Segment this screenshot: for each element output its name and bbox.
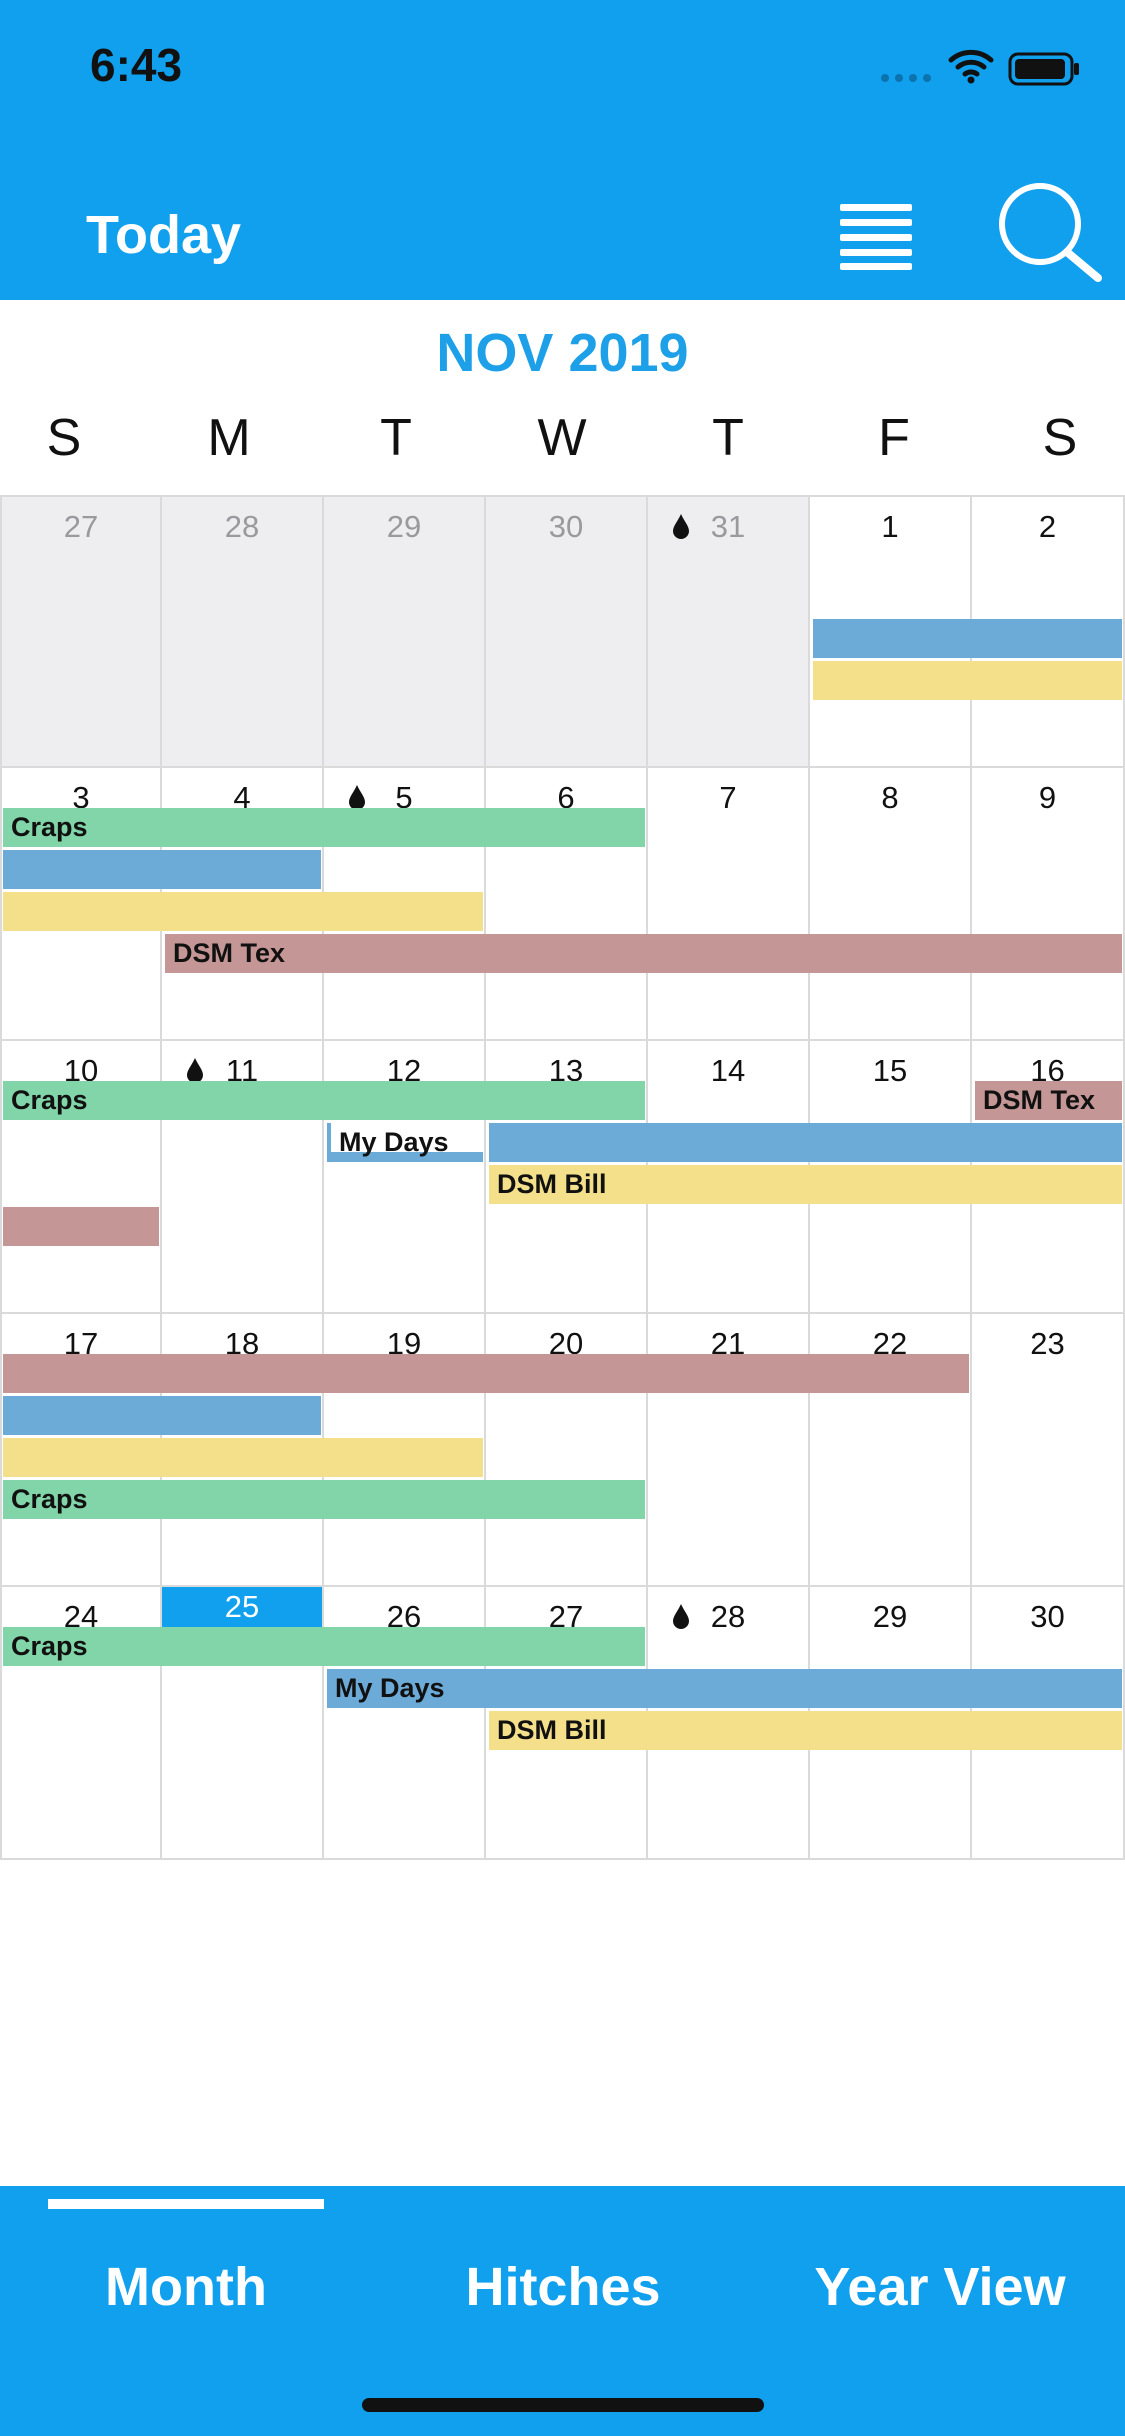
event-bar-craps[interactable]: Craps: [3, 1081, 645, 1120]
event-bar-dsm-tex[interactable]: DSM Tex: [975, 1081, 1122, 1120]
tab-bar: Month Hitches Year View: [0, 2186, 1125, 2436]
event-label: DSM Bill: [497, 1169, 607, 1199]
date-number: 29: [386, 509, 422, 544]
wifi-icon: [948, 49, 994, 84]
day-cell-mon[interactable]: 28: [162, 495, 324, 768]
day-cell-sun[interactable]: 27: [0, 495, 162, 768]
date-number: 8: [881, 780, 899, 815]
date-number: 9: [1038, 780, 1057, 815]
weekday-tue: T: [380, 409, 412, 467]
weekday-thu: T: [712, 409, 744, 467]
date-number: 1: [881, 509, 899, 544]
water-drop-icon: [187, 1058, 203, 1083]
event-label: DSM Bill: [497, 1715, 607, 1745]
event-bar[interactable]: [3, 892, 483, 931]
date-number: 15: [872, 1053, 908, 1088]
status-bar-time: 6:43: [90, 39, 183, 91]
cellular-signal-icon: [881, 74, 931, 82]
day-cell-tue[interactable]: 29: [324, 495, 486, 768]
event-label: DSM Tex: [173, 938, 286, 968]
date-number: 30: [548, 509, 584, 544]
event-label: Craps: [11, 1631, 88, 1661]
calendar-grid: 27 28 29 30 31 1 2 3 4 5 6 7 8 9 10 11 12 13 14 15 16 17 18 19 2…: [0, 495, 1125, 1860]
home-indicator: [362, 2398, 764, 2412]
weekday-sun: S: [46, 409, 82, 467]
day-cell-thu[interactable]: 7: [648, 768, 810, 1041]
event-bar[interactable]: [3, 1354, 969, 1393]
date-number: 28: [224, 509, 260, 544]
date-number: 30: [1030, 1599, 1065, 1634]
battery-icon: [1008, 52, 1079, 86]
date-number: 23: [1030, 1326, 1065, 1361]
tab-month[interactable]: Month: [48, 2256, 324, 2318]
weekday-fri: F: [878, 409, 910, 467]
today-date-number: 25: [162, 1587, 322, 1627]
menu-button[interactable]: [838, 200, 914, 270]
day-cell-sat[interactable]: 23: [972, 1314, 1125, 1587]
tab-hitches[interactable]: Hitches: [425, 2256, 701, 2318]
nav-header: 6:43 Today: [0, 0, 1125, 300]
event-bar-dsm-tex[interactable]: DSM Tex: [165, 934, 1122, 973]
date-number: 14: [710, 1053, 746, 1088]
hamburger-menu-icon: [840, 204, 912, 270]
date-number: 2: [1038, 509, 1057, 544]
day-cell-fri[interactable]: 8: [810, 768, 972, 1041]
date-number: 27: [63, 509, 99, 544]
search-button[interactable]: [996, 182, 1102, 282]
event-label: My Days: [335, 1673, 445, 1703]
event-bar[interactable]: [813, 661, 1122, 700]
weekday-sat: S: [1042, 409, 1078, 467]
event-label: My Days: [339, 1127, 449, 1157]
event-bar-my-days[interactable]: My Days: [327, 1669, 1122, 1708]
event-label: DSM Tex: [983, 1085, 1096, 1115]
event-label: Craps: [11, 1085, 88, 1115]
event-bar[interactable]: [813, 619, 1122, 658]
date-number: 7: [719, 780, 737, 815]
event-bar[interactable]: [3, 850, 321, 889]
tab-year-view[interactable]: Year View: [790, 2256, 1090, 2318]
event-label: Craps: [11, 812, 88, 842]
event-bar-craps[interactable]: Craps: [3, 1480, 645, 1519]
water-drop-icon: [673, 514, 689, 539]
water-drop-icon: [673, 1604, 689, 1629]
day-cell-sat[interactable]: 9: [972, 768, 1125, 1041]
event-bar-dsm-bill[interactable]: DSM Bill: [489, 1165, 1122, 1204]
event-bar-craps[interactable]: Craps: [3, 808, 645, 847]
event-bar-craps[interactable]: Craps: [3, 1627, 645, 1666]
event-bar[interactable]: [3, 1396, 321, 1435]
date-number: 29: [872, 1599, 908, 1634]
day-cell-wed[interactable]: 30: [486, 495, 648, 768]
event-bar[interactable]: [3, 1438, 483, 1477]
weekday-mon: M: [207, 409, 251, 467]
selected-tab-indicator: [48, 2199, 324, 2209]
event-bar-my-days[interactable]: My Days: [327, 1123, 483, 1162]
weekday-wed: W: [537, 409, 587, 467]
day-cell-thu[interactable]: 31: [648, 495, 810, 768]
today-button[interactable]: Today: [86, 204, 241, 266]
event-bar[interactable]: [489, 1123, 1122, 1162]
water-drop-icon: [349, 785, 365, 810]
month-title[interactable]: NOV 2019: [0, 322, 1125, 384]
event-bar-dsm-bill[interactable]: DSM Bill: [489, 1711, 1122, 1750]
event-label: Craps: [11, 1484, 88, 1514]
event-bar[interactable]: [3, 1207, 159, 1246]
magnifier-search-icon: [999, 183, 1102, 282]
